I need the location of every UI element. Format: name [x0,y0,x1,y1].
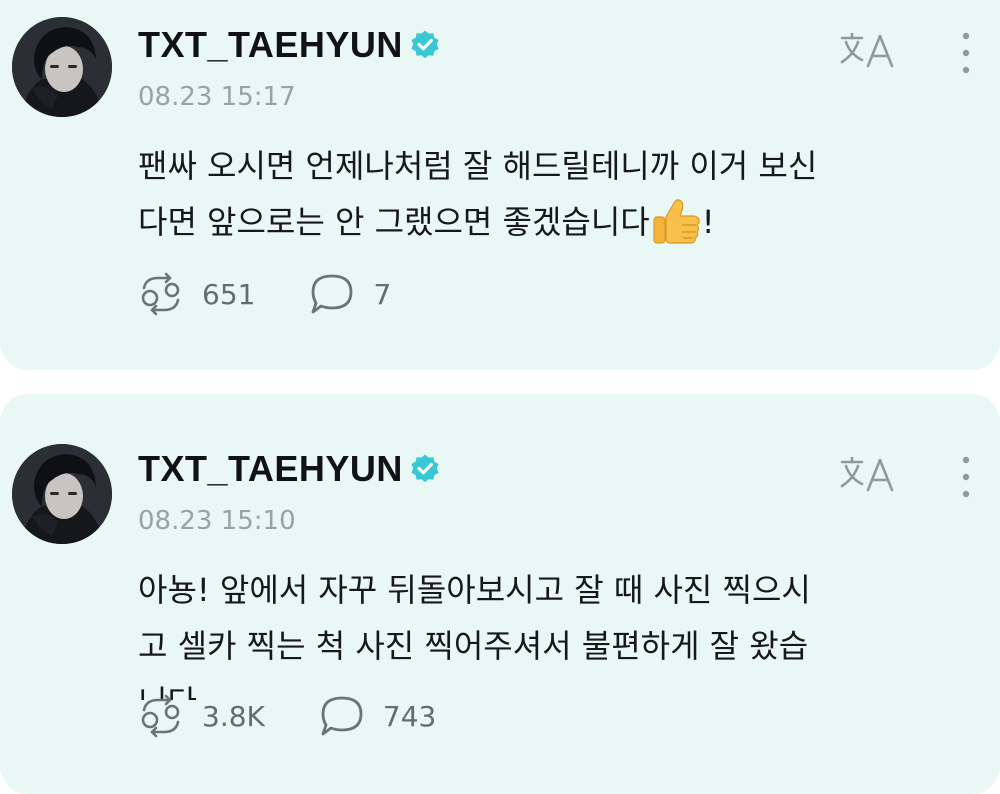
avatar-photo [12,444,112,544]
post-text-segment: 다면 앞으로는 안 그랬으면 좋겠습니다 [138,203,650,241]
repost-icon [141,694,180,738]
comment-button[interactable]: 743 [317,694,436,738]
comment-button[interactable]: 7 [307,272,391,316]
translate-icon[interactable] [838,454,898,494]
username-text: TXT_TAEHYUN [138,448,403,489]
post-text-line: 고 셀카 찍는 척 사진 찍어주셔서 불편하게 잘 왔습 [138,627,809,665]
comment-count: 743 [382,699,437,733]
comment-bubble-icon [321,696,363,736]
post-actions: 3.8K 743 [136,694,488,738]
avatar[interactable] [12,444,112,544]
comment-count: 7 [373,277,392,311]
username[interactable]: TXT_TAEHYUN [138,24,441,66]
post-text-exclamation: ! [701,203,715,241]
post-text-line: 팬싸 오시면 언제나처럼 잘 해드릴테니까 이거 보신 [138,147,818,185]
avatar[interactable] [12,17,112,117]
more-vertical-icon[interactable] [956,30,976,76]
post-text-line-with-emoji: 다면 앞으로는 안 그랬으면 좋겠습니다 ! [138,194,978,250]
post-actions: 651 7 [136,272,443,316]
post-text: 팬싸 오시면 언제나처럼 잘 해드릴테니까 이거 보신 다면 앞으로는 안 그랬… [138,138,978,250]
comment-bubble-icon [312,274,353,314]
post-text-line: 아뇽! 앞에서 자꾸 뒤돌아보시고 잘 때 사진 찍으시 [138,571,811,609]
repost-count: 3.8K [202,699,265,733]
post-text: 아뇽! 앞에서 자꾸 뒤돌아보시고 잘 때 사진 찍으시 고 셀카 찍는 척 사… [138,562,978,700]
username[interactable]: TXT_TAEHYUN [138,448,441,490]
verified-badge-icon [411,30,439,59]
post-card[interactable]: TXT_TAEHYUN 08.23 15:17 팬싸 오시면 언제나처럼 잘 해… [0,0,1000,370]
avatar-photo [12,17,112,117]
repost-button[interactable]: 651 [136,272,255,316]
post-card[interactable]: TXT_TAEHYUN 08.23 15:10 아뇽! 앞에서 자꾸 뒤돌아보시… [0,394,1000,794]
thumbs-up-icon [653,199,700,244]
repost-icon [141,272,180,316]
post-timestamp: 08.23 15:10 [138,506,296,536]
username-text: TXT_TAEHYUN [138,24,403,65]
translate-icon[interactable] [838,30,898,70]
repost-button[interactable]: 3.8K [136,694,265,738]
verified-badge-icon [411,454,439,483]
repost-count: 651 [202,277,256,311]
post-timestamp: 08.23 15:17 [138,82,296,112]
more-vertical-icon[interactable] [956,454,976,500]
